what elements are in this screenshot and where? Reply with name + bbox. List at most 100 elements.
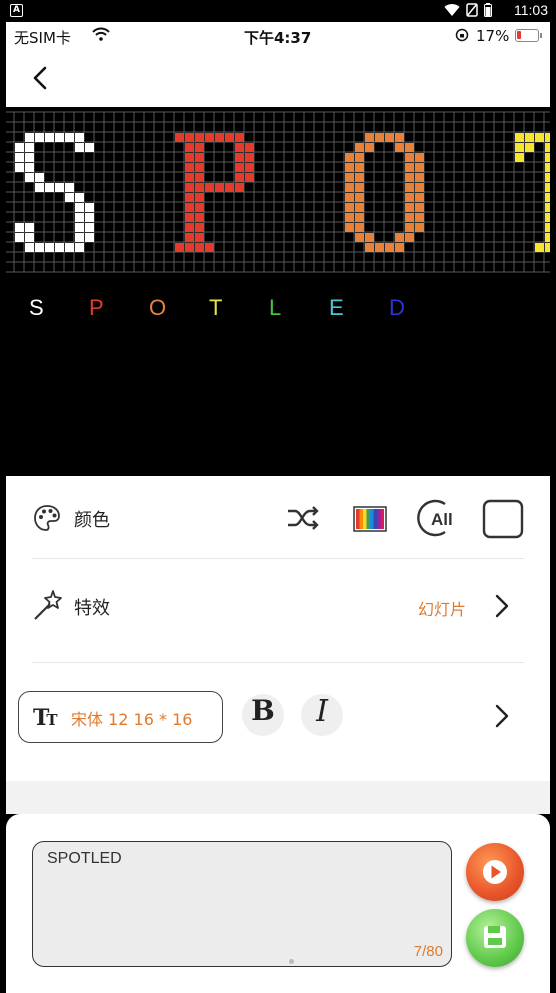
- led-pixel: [15, 163, 24, 172]
- single-color-swatch[interactable]: [482, 499, 524, 539]
- ios-status-bar: 无SIM卡 下午4:37 17%: [6, 22, 550, 50]
- led-pixel: [515, 143, 524, 152]
- preview-letter: D: [389, 295, 405, 320]
- led-pixel: [85, 143, 94, 152]
- led-pixel: [375, 243, 384, 252]
- status-clock: 下午4:37: [244, 29, 312, 47]
- led-pixel: [25, 143, 34, 152]
- color-label: 颜色: [74, 510, 110, 531]
- play-button[interactable]: [466, 843, 524, 901]
- led-pixel: [345, 203, 354, 212]
- led-pixel: [35, 133, 44, 142]
- led-pixel: [55, 243, 64, 252]
- gradient-color-icon[interactable]: [353, 506, 387, 532]
- effect-row[interactable]: 特效 幻灯片: [6, 559, 550, 663]
- led-pixel: [245, 163, 254, 172]
- led-pixel: [415, 173, 424, 182]
- section-gap: [6, 781, 550, 814]
- led-pixel: [75, 243, 84, 252]
- text-input[interactable]: SPOTLED 7/80: [32, 841, 452, 967]
- led-pixel: [245, 143, 254, 152]
- chevron-right-icon[interactable]: [492, 593, 512, 619]
- led-pixel: [545, 193, 550, 202]
- led-pixel: [75, 133, 84, 142]
- led-pixel: [405, 183, 414, 192]
- led-pixel: [515, 133, 524, 142]
- led-pixel: [185, 203, 194, 212]
- effect-value[interactable]: 幻灯片: [418, 596, 466, 620]
- effect-label: 特效: [74, 598, 110, 619]
- led-pixel: [345, 153, 354, 162]
- led-pixel: [75, 203, 84, 212]
- led-pixel: [545, 173, 550, 182]
- led-pixel: [25, 133, 34, 142]
- led-pixel: [405, 173, 414, 182]
- led-pixel: [525, 133, 534, 142]
- led-pixel: [195, 183, 204, 192]
- led-pixel: [385, 243, 394, 252]
- led-pixel: [535, 133, 544, 142]
- preview-letter: T: [209, 295, 223, 320]
- led-pixel: [205, 243, 214, 252]
- led-pixel: [15, 233, 24, 242]
- led-matrix-canvas: [6, 111, 550, 273]
- no-sim-icon: [466, 3, 478, 17]
- led-pixel: [195, 193, 204, 202]
- led-pixel: [395, 143, 404, 152]
- bold-button[interactable]: B: [242, 694, 284, 736]
- back-icon[interactable]: [26, 62, 56, 94]
- led-pixel: [45, 183, 54, 192]
- led-pixel: [545, 243, 550, 252]
- save-button[interactable]: [466, 909, 524, 967]
- led-pixel: [345, 163, 354, 172]
- led-pixel: [355, 203, 364, 212]
- led-pixel: [345, 193, 354, 202]
- led-pixel: [355, 183, 364, 192]
- led-pixel: [235, 133, 244, 142]
- led-pixel: [35, 183, 44, 192]
- led-pixel: [25, 243, 34, 252]
- led-pixel: [355, 233, 364, 242]
- led-pixel: [415, 183, 424, 192]
- preview-letter: S: [29, 295, 44, 320]
- battery-icon: [484, 3, 492, 17]
- led-pixel: [345, 223, 354, 232]
- led-pixel: [15, 223, 24, 232]
- preview-letter: L: [269, 295, 282, 320]
- svg-text:All: All: [431, 510, 453, 529]
- led-pixel: [195, 153, 204, 162]
- led-pixel: [75, 223, 84, 232]
- led-pixel: [25, 173, 34, 182]
- page-indicator-dot: [289, 959, 294, 964]
- system-clock: 11:03: [514, 2, 548, 18]
- led-pixel: [85, 223, 94, 232]
- italic-button[interactable]: I: [301, 694, 343, 736]
- led-pixel: [85, 213, 94, 222]
- color-row: 颜色 All: [6, 476, 550, 559]
- led-pixel: [195, 233, 204, 242]
- font-selector[interactable]: TT 宋体 12 16 * 16: [18, 691, 223, 743]
- led-pixel: [545, 153, 550, 162]
- led-pixel: [405, 223, 414, 232]
- rotation-lock-icon: [455, 28, 469, 42]
- led-pixel: [215, 183, 224, 192]
- led-pixel: [235, 153, 244, 162]
- magic-wand-icon: [34, 590, 62, 620]
- led-pixel: [545, 163, 550, 172]
- shuffle-icon[interactable]: [286, 503, 320, 533]
- led-pixel: [55, 133, 64, 142]
- all-color-icon[interactable]: All: [414, 498, 458, 538]
- wifi-icon: [92, 27, 110, 41]
- chevron-right-icon[interactable]: [492, 703, 512, 729]
- battery-percent: 17%: [476, 27, 510, 45]
- led-pixel: [545, 183, 550, 192]
- input-text[interactable]: SPOTLED: [47, 850, 122, 868]
- led-pixel: [185, 243, 194, 252]
- play-icon: [483, 860, 507, 884]
- led-pixel: [195, 213, 204, 222]
- led-pixel: [185, 183, 194, 192]
- led-pixel: [55, 183, 64, 192]
- led-pixel: [195, 143, 204, 152]
- input-panel: SPOTLED 7/80: [6, 814, 550, 993]
- preview-letter: E: [329, 295, 344, 320]
